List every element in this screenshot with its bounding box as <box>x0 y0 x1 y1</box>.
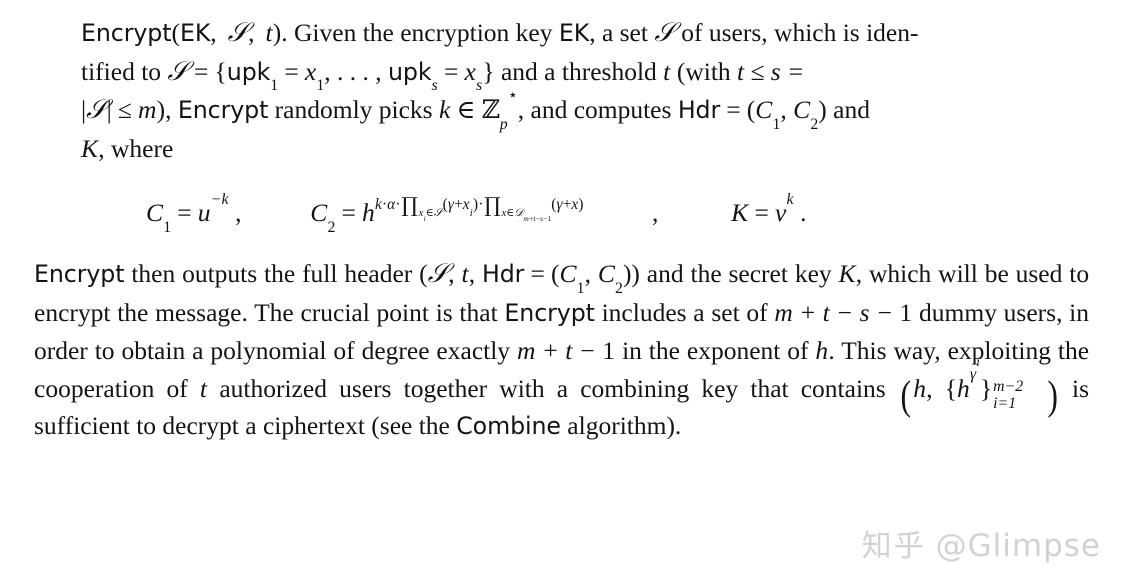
text-in-exponent-of: in the exponent of <box>622 336 809 366</box>
text-with-constraint: (with <box>676 56 731 86</box>
equation-period: . <box>800 198 807 228</box>
text-a-set: , a set <box>589 18 648 47</box>
algorithm-name-encrypt-4: Encrypt <box>504 298 595 327</box>
equation-comma-1: , <box>235 198 242 228</box>
text-key: key <box>794 259 832 289</box>
watermark: 知乎 @Glimpse <box>862 521 1101 565</box>
equation-c2: C2= hk·α·∏xi∈𝒮(γ+xi)·∏x∈𝒟m+t−s−1(γ+x) <box>310 193 584 236</box>
text-where: , where <box>98 133 174 163</box>
symbol-threshold-t: t <box>663 56 671 86</box>
expr-dummy-count: m + t − s −1 <box>774 297 913 327</box>
symbol-hdr: Hdr <box>677 96 721 124</box>
paragraph-encrypt-explanation: Encrypt then outputs the full header (𝒮,… <box>34 255 1089 446</box>
symbol-set-s-2: 𝒮 <box>167 55 188 86</box>
symbol-k-2: K <box>838 259 856 289</box>
symbol-set-s: 𝒮 <box>654 17 675 47</box>
equation-c1: C1= u−k <box>146 190 229 236</box>
equation-comma-2: , <box>652 198 659 228</box>
symbol-k-in-zp: k ∈ ℤp⋆, <box>438 87 525 133</box>
text-includes-set-of: includes a set of <box>601 297 768 327</box>
symbol-secret-key-k: K <box>81 133 99 163</box>
symbol-full-header: (𝒮, t, Hdr = (C1, C2)) <box>419 258 640 297</box>
paragraph-encrypt-definition: Encrypt(EK, 𝒮, t). Given the encryption … <box>81 17 919 163</box>
constraint-size-s-le-m: |𝒮| ≤ m), <box>81 94 172 124</box>
text-polynomial-degree: a polynomial of degree exactly <box>192 336 511 366</box>
symbol-ek: EK <box>558 19 590 47</box>
algorithm-name-encrypt-2: Encrypt <box>177 96 269 124</box>
symbol-t-2: t <box>199 373 208 403</box>
text-and-computes: and computes <box>530 95 672 124</box>
equation-c2-exponent: k·α·∏xi∈𝒮(γ+xi)·∏x∈𝒟m+t−s−1(γ+x) <box>374 193 584 223</box>
watermark-site-name: 知乎 <box>861 529 926 564</box>
set-definition-upk: {upk1= x1, . . . , upks= xs} <box>214 56 495 95</box>
text-then-outputs-header: then outputs the full header <box>131 259 413 289</box>
text-and: and <box>833 95 870 124</box>
algorithm-name-encrypt: Encrypt <box>81 19 172 47</box>
document-page: Encrypt(EK, 𝒮, t). Given the encryption … <box>0 0 1125 581</box>
text-and-secret: and the secret <box>646 259 788 289</box>
watermark-user-handle: @Glimpse <box>935 528 1101 564</box>
text-authorized-users: authorized users together with a combini… <box>219 373 690 403</box>
symbol-h: h <box>815 336 829 366</box>
symbol-hdr-pair: (C1, C2) <box>746 95 827 133</box>
display-equation: C1= u−k , C2= hk·α·∏xi∈𝒮(γ+xi)·∏x∈𝒟m+t−s−1… <box>34 190 1089 236</box>
text-randomly-picks: randomly picks <box>274 95 433 124</box>
text-given-encryption-key: Given the encryption key <box>294 18 553 47</box>
encrypt-signature-args: (EK, 𝒮, t). <box>171 17 288 47</box>
expr-combining-key: (h, {hγi} m−2 i=1) <box>900 355 1058 419</box>
text-tified-to: tified to <box>81 56 162 86</box>
equation-k: K = vk <box>731 190 794 228</box>
text-this-way: . This way, <box>828 336 941 366</box>
algorithm-name-encrypt-3: Encrypt <box>34 260 125 289</box>
text-and-threshold: and a threshold <box>500 56 657 86</box>
constraint-t-le-s: t ≤ s = <box>737 56 805 86</box>
text-key-that-contains: key that contains <box>701 373 886 403</box>
expr-degree: m + t −1 <box>516 336 616 366</box>
text-of-users-identified: of users, which is iden- <box>681 18 919 47</box>
algorithm-name-combine: Combine <box>456 412 561 441</box>
text-algorithm-close: algorithm). <box>567 411 682 441</box>
